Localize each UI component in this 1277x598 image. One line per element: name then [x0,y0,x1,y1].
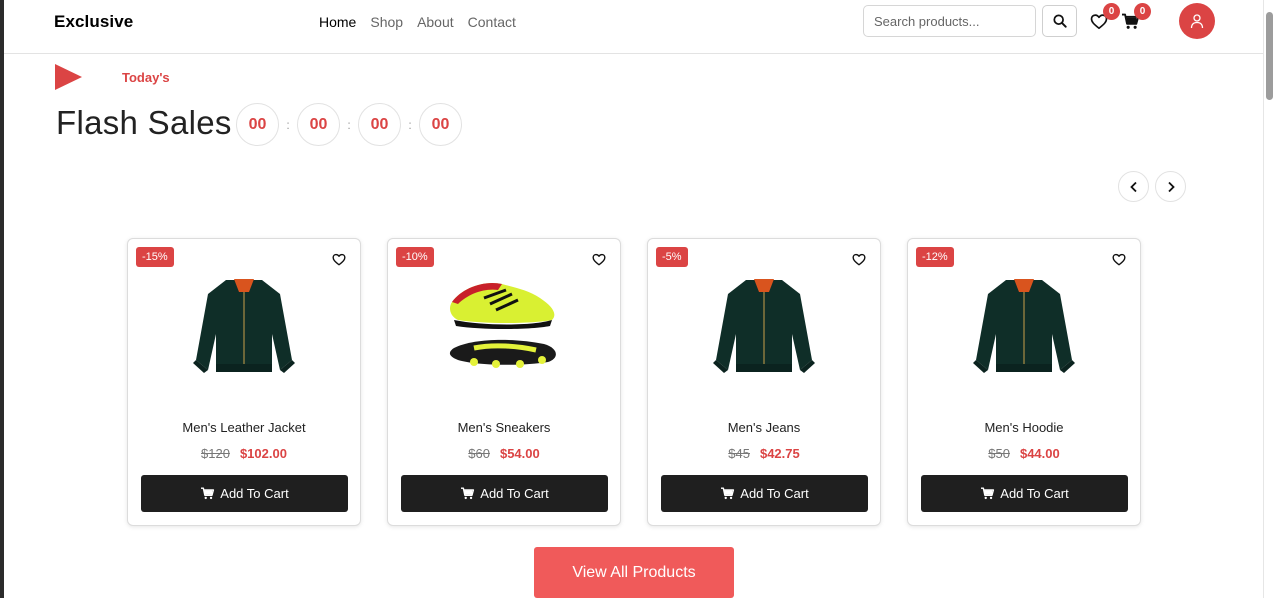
site-header: Exclusive Home Shop About Contact 0 0 [4,0,1263,54]
cart-count-badge: 0 [1134,3,1151,20]
wishlist-toggle[interactable] [591,251,607,267]
add-to-cart-label: Add To Cart [1000,486,1069,501]
jacket-image[interactable] [174,269,314,387]
cart-icon [461,487,475,500]
section-marker-icon [55,64,82,90]
main-nav: Home Shop About Contact [319,14,516,30]
product-name[interactable]: Men's Sneakers [388,420,620,435]
wishlist-toggle[interactable] [1111,251,1127,267]
new-price: $44.00 [1019,446,1060,461]
window-frame [0,0,4,598]
jacket-image[interactable] [954,269,1094,387]
discount-badge: -5% [656,247,688,267]
cart-button[interactable]: 0 [1119,3,1151,32]
search-icon [1052,14,1067,28]
product-name[interactable]: Men's Hoodie [908,420,1140,435]
product-name[interactable]: Men's Jeans [648,420,880,435]
sneakers-image[interactable] [434,269,574,387]
new-price: $42.75 [759,446,800,461]
wishlist-toggle[interactable] [851,251,867,267]
add-to-cart-button[interactable]: Add To Cart [401,475,608,512]
add-to-cart-label: Add To Cart [220,486,289,501]
view-all-products-button[interactable]: View All Products [534,547,734,598]
search-input[interactable] [863,5,1036,37]
discount-badge: -15% [136,247,174,267]
add-to-cart-label: Add To Cart [740,486,809,501]
heart-icon [592,253,606,265]
cart-icon [981,487,995,500]
product-card[interactable]: -5% Men's Jeans $45 $42.75 Add To Cart [647,238,881,526]
chevron-right-icon [1167,181,1175,192]
timer-hours: 00 [297,103,340,146]
timer-separator: : [408,117,412,132]
nav-shop[interactable]: Shop [370,14,403,30]
old-price: $45 [728,446,750,461]
logo[interactable]: Exclusive [54,12,133,32]
wishlist-count-badge: 0 [1103,3,1120,20]
timer-minutes: 00 [358,103,401,146]
carousel-next-button[interactable] [1155,171,1186,202]
product-card[interactable]: -10% Men's Sneakers $60 $54.00 Add To Car… [387,238,621,526]
add-to-cart-button[interactable]: Add To Cart [141,475,348,512]
scrollbar-thumb[interactable] [1266,12,1273,100]
timer-separator: : [286,117,290,132]
product-card[interactable]: -12% Men's Hoodie $50 $44.00 Add To Cart [907,238,1141,526]
product-prices: $120 $102.00 [128,446,360,461]
nav-about[interactable]: About [417,14,454,30]
timer-days: 00 [236,103,279,146]
countdown-timer: 00 : 00 : 00 : 00 [236,103,462,146]
nav-home[interactable]: Home [319,14,356,30]
timer-seconds: 00 [419,103,462,146]
product-prices: $60 $54.00 [388,446,620,461]
heart-icon [1112,253,1126,265]
old-price: $60 [468,446,490,461]
section-title: Flash Sales [56,104,232,141]
heart-icon [852,253,866,265]
user-avatar[interactable] [1179,3,1215,39]
wishlist-toggle[interactable] [331,251,347,267]
product-prices: $50 $44.00 [908,446,1140,461]
cart-icon [201,487,215,500]
new-price: $54.00 [499,446,540,461]
new-price: $102.00 [239,446,287,461]
discount-badge: -12% [916,247,954,267]
discount-badge: -10% [396,247,434,267]
timer-separator: : [347,117,351,132]
add-to-cart-label: Add To Cart [480,486,549,501]
section-tag: Today's [122,70,170,85]
product-prices: $45 $42.75 [648,446,880,461]
jacket-image[interactable] [694,269,834,387]
product-name[interactable]: Men's Leather Jacket [128,420,360,435]
heart-icon [332,253,346,265]
cart-icon [721,487,735,500]
chevron-left-icon [1129,181,1137,192]
nav-contact[interactable]: Contact [468,14,516,30]
scrollbar[interactable] [1263,0,1277,598]
old-price: $50 [988,446,1010,461]
wishlist-button[interactable]: 0 [1088,3,1120,32]
product-card[interactable]: -15% Men's Leather Jacket $120 $102.00 Ad… [127,238,361,526]
add-to-cart-button[interactable]: Add To Cart [921,475,1128,512]
user-icon [1190,14,1204,29]
search-button[interactable] [1042,5,1077,37]
old-price: $120 [201,446,230,461]
add-to-cart-button[interactable]: Add To Cart [661,475,868,512]
carousel-prev-button[interactable] [1118,171,1149,202]
